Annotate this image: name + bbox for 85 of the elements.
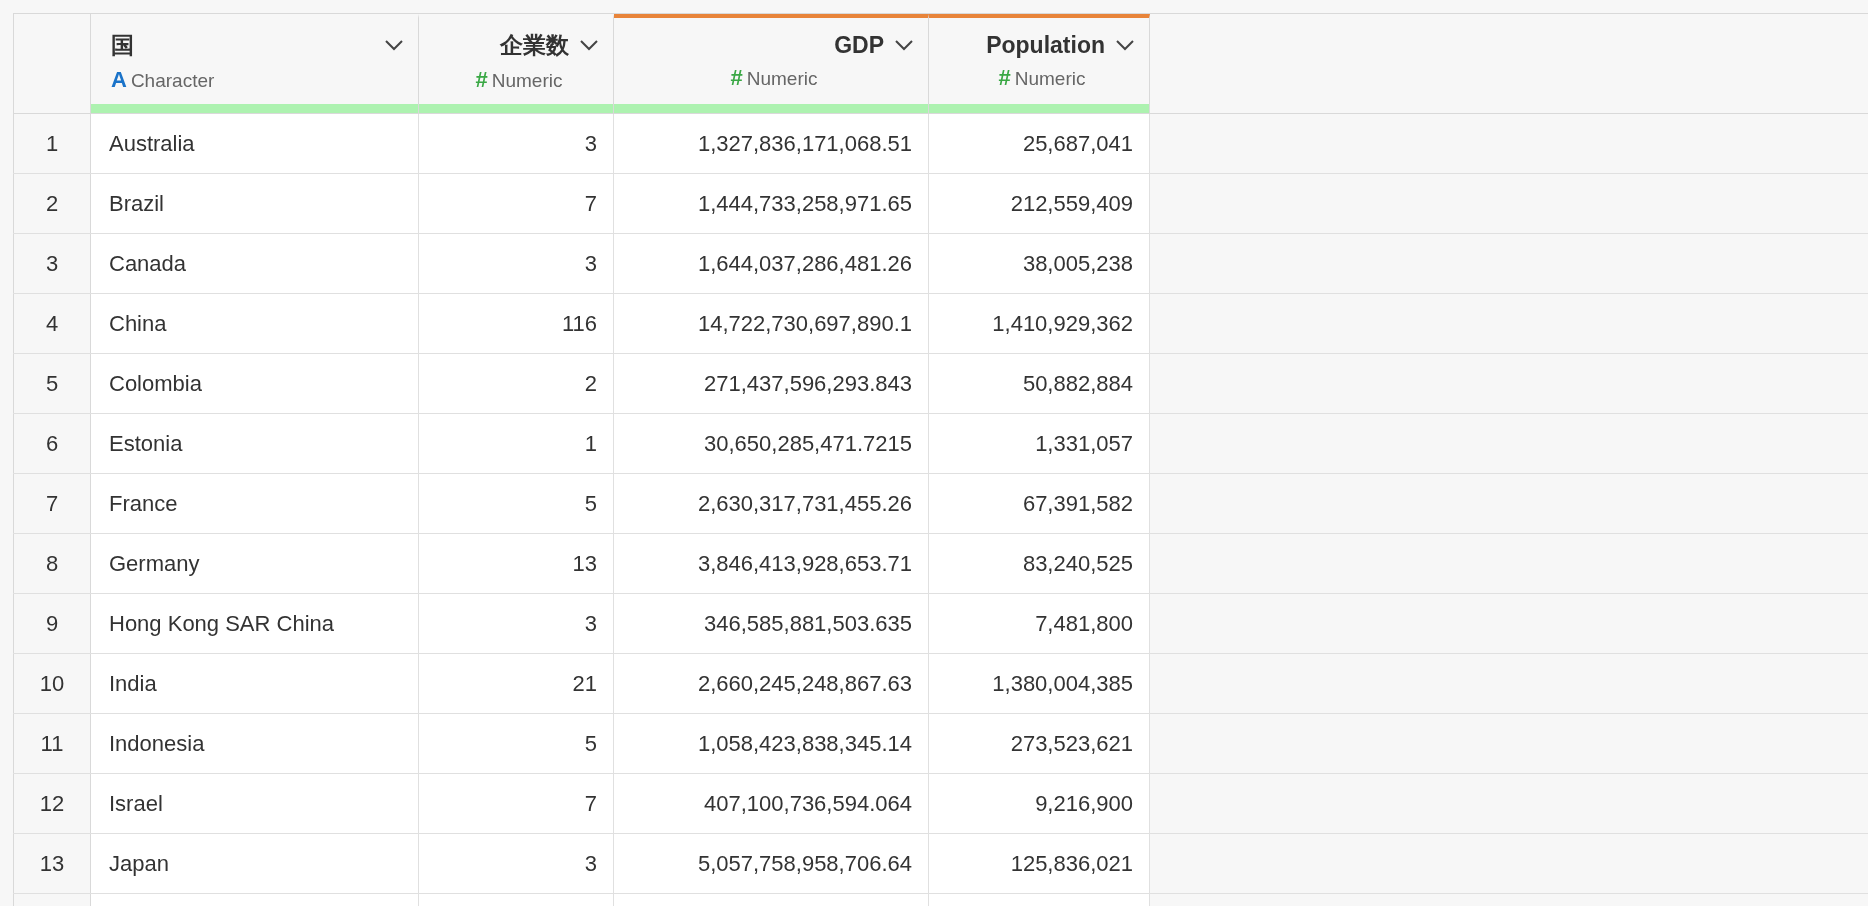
table-cell: 1,444,733,258,971.65 <box>614 174 929 233</box>
data-type-icon: # <box>998 64 1011 91</box>
data-type-label: Numeric <box>746 67 818 90</box>
column-name: 企業数 <box>500 30 569 60</box>
table-cell: 7 <box>419 174 614 233</box>
chevron-down-icon[interactable] <box>1115 39 1135 51</box>
table-cell: 3 <box>419 114 614 173</box>
table-cell: 83,240,525 <box>929 534 1150 593</box>
data-type-icon: A <box>111 66 127 93</box>
row-number: 8 <box>13 534 91 593</box>
row-number: 9 <box>13 594 91 653</box>
data-type-label: Character <box>130 69 215 92</box>
table-cell: 1,410,929,362 <box>929 294 1150 353</box>
row-number: 2 <box>13 174 91 233</box>
data-type-label: Numeric <box>491 69 563 92</box>
column-header[interactable]: 企業数 # Numeric <box>419 14 614 113</box>
row-number: 10 <box>13 654 91 713</box>
table-cell: 5 <box>419 714 614 773</box>
table-cell: 7 <box>419 774 614 833</box>
row-number: 3 <box>13 234 91 293</box>
table-cell: 2,660,245,248,867.63 <box>614 654 929 713</box>
row-number: 1 <box>13 114 91 173</box>
table-cell: 212,559,409 <box>929 174 1150 233</box>
column-name: GDP <box>834 31 884 59</box>
data-type-icon: # <box>475 66 488 93</box>
row-number: 7 <box>13 474 91 533</box>
data-type-icon: # <box>730 64 743 91</box>
table-cell: 30,650,285,471.7215 <box>614 414 929 473</box>
column-name: 国 <box>111 30 135 60</box>
column-header[interactable]: Population # Numeric <box>929 14 1150 113</box>
row-number: 13 <box>13 834 91 893</box>
row-number: 5 <box>13 354 91 413</box>
table-cell: 3 <box>419 234 614 293</box>
column-header[interactable]: 国 A Character <box>91 14 419 113</box>
table-cell: 50,882,884 <box>929 354 1150 413</box>
chevron-down-icon[interactable] <box>384 39 404 51</box>
table-cell: 14,722,730,697,890.1 <box>614 294 929 353</box>
table-cell: Colombia <box>91 354 419 413</box>
table-cell: Germany <box>91 534 419 593</box>
table-cell: 1,058,423,838,345.14 <box>614 714 929 773</box>
table-cell: 125,836,021 <box>929 834 1150 893</box>
table-cell: 1,331,057 <box>929 414 1150 473</box>
table-cell: 1,380,004,385 <box>929 654 1150 713</box>
table-cell: Israel <box>91 774 419 833</box>
chevron-down-icon[interactable] <box>894 39 914 51</box>
table-cell: China <box>91 294 419 353</box>
column-name: Population <box>986 31 1105 59</box>
table-cell: Estonia <box>91 414 419 473</box>
table-cell: 3,846,413,928,653.71 <box>614 534 929 593</box>
column-header[interactable]: GDP # Numeric <box>614 14 929 113</box>
table-cell: 273,523,621 <box>929 714 1150 773</box>
table-cell: India <box>91 654 419 713</box>
table-cell: 13 <box>419 534 614 593</box>
table-cell: 271,437,596,293.843 <box>614 354 929 413</box>
data-type-label: Numeric <box>1014 67 1086 90</box>
row-number: 4 <box>13 294 91 353</box>
table-cell: 1 <box>419 414 614 473</box>
row-number: 12 <box>13 774 91 833</box>
chevron-down-icon[interactable] <box>579 39 599 51</box>
table-cell: Japan <box>91 834 419 893</box>
table-cell: 67,391,582 <box>929 474 1150 533</box>
row-number: 11 <box>13 714 91 773</box>
table-cell: 2,630,317,731,455.26 <box>614 474 929 533</box>
row-number: 6 <box>13 414 91 473</box>
table-cell: Hong Kong SAR China <box>91 594 419 653</box>
table-cell: France <box>91 474 419 533</box>
table-cell: 9,216,900 <box>929 774 1150 833</box>
table-cell: Canada <box>91 234 419 293</box>
table-cell: Australia <box>91 114 419 173</box>
table-cell: 1,327,836,171,068.51 <box>614 114 929 173</box>
table-cell: 3 <box>419 594 614 653</box>
table-cell: 346,585,881,503.635 <box>614 594 929 653</box>
table-cell: 38,005,238 <box>929 234 1150 293</box>
table-cell: Indonesia <box>91 714 419 773</box>
table-cell: 5 <box>419 474 614 533</box>
table-cell: 7,481,800 <box>929 594 1150 653</box>
table-cell: 407,100,736,594.064 <box>614 774 929 833</box>
table-cell: 3 <box>419 834 614 893</box>
table-cell: Brazil <box>91 174 419 233</box>
table-cell: 116 <box>419 294 614 353</box>
table-cell: 25,687,041 <box>929 114 1150 173</box>
table-cell: 2 <box>419 354 614 413</box>
table-cell: 1,644,037,286,481.26 <box>614 234 929 293</box>
table-cell: 21 <box>419 654 614 713</box>
table-cell: 5,057,758,958,706.64 <box>614 834 929 893</box>
